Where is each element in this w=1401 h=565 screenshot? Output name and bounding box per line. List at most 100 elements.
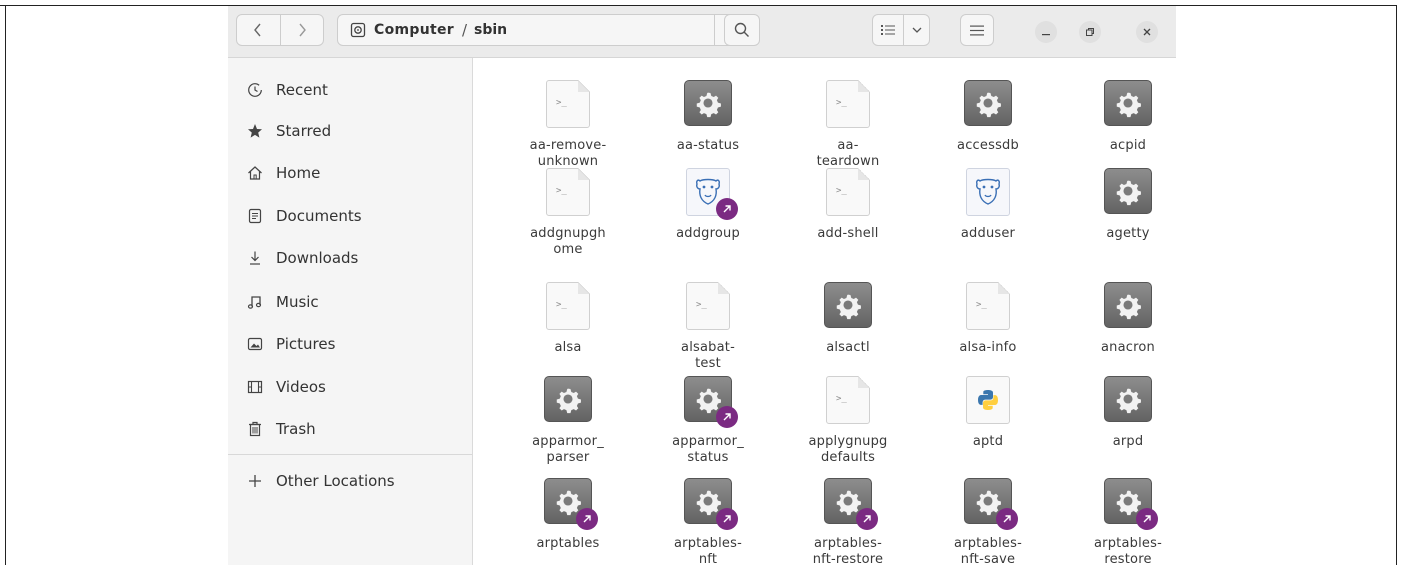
file-item-apparmor_parser[interactable]: apparmor_ parser	[498, 376, 638, 466]
sidebar-item-home[interactable]: Home	[228, 155, 472, 191]
file-icon	[544, 376, 592, 424]
file-item-adduser[interactable]: adduser	[918, 168, 1058, 242]
file-item-alsa-info[interactable]: >_ alsa-info	[918, 282, 1058, 356]
file-name: acpid	[1058, 138, 1176, 154]
sidebar-item-downloads[interactable]: Downloads	[228, 240, 472, 276]
executable-gear-icon	[824, 282, 872, 328]
view-options-button[interactable]	[903, 14, 930, 46]
script-file-icon: >_	[826, 376, 870, 424]
sidebar-item-documents[interactable]: Documents	[228, 198, 472, 234]
drive-icon	[350, 22, 366, 38]
clock-icon	[246, 81, 264, 99]
file-item-arptables-nft-save[interactable]: arptables-nft-save	[918, 478, 1058, 565]
sidebar-item-label: Pictures	[276, 335, 336, 353]
sidebar-item-other-locations[interactable]: Other Locations	[228, 463, 472, 499]
close-button[interactable]	[1136, 21, 1158, 43]
file-name: addgnupgh ome	[498, 226, 638, 258]
file-item-add-shell[interactable]: >_ add-shell	[778, 168, 918, 242]
file-name: arptables	[498, 536, 638, 552]
symlink-badge-icon	[716, 406, 738, 428]
file-icon	[824, 478, 878, 530]
file-item-apparmor_status[interactable]: apparmor_ status	[638, 376, 778, 466]
hamburger-icon	[970, 25, 984, 35]
sidebar-item-starred[interactable]: Starred	[228, 113, 472, 149]
file-item-arptables-restore[interactable]: arptables-restore	[1058, 478, 1176, 565]
sidebar-item-label: Music	[276, 293, 319, 311]
forward-button[interactable]	[279, 15, 324, 45]
file-item-aa-status[interactable]: aa-status	[638, 80, 778, 154]
search-button[interactable]	[724, 14, 760, 46]
file-item-addgnupghome[interactable]: >_ addgnupgh ome	[498, 168, 638, 258]
download-icon	[246, 249, 264, 267]
executable-gear-icon	[1104, 282, 1152, 328]
file-icon	[824, 282, 872, 330]
file-icon	[684, 80, 732, 128]
file-manager-window: Computer / sbin Recent Starred Home Docu…	[228, 6, 1176, 565]
file-name-line: test	[695, 356, 721, 371]
file-item-aptd[interactable]: aptd	[918, 376, 1058, 450]
file-name: adduser	[918, 226, 1058, 242]
file-name-line: applygnupg	[808, 434, 888, 449]
file-icon	[964, 168, 1012, 216]
file-grid: >_ aa-remove-unknown aa-status >_ aa-teardow…	[473, 58, 1176, 565]
file-name: alsa-info	[918, 340, 1058, 356]
file-item-aa-teardown[interactable]: >_ aa-teardown	[778, 80, 918, 170]
script-file-icon: >_	[966, 282, 1010, 330]
file-icon	[684, 168, 738, 220]
breadcrumb-root[interactable]: Computer	[374, 22, 454, 38]
sidebar-item-recent[interactable]: Recent	[228, 72, 472, 108]
file-item-accessdb[interactable]: accessdb	[918, 80, 1058, 154]
file-icon	[1104, 376, 1152, 424]
file-name-line: alsactl	[826, 340, 870, 355]
sidebar-item-music[interactable]: Music	[228, 284, 472, 320]
restore-button[interactable]	[1079, 21, 1101, 43]
file-name: arpd	[1058, 434, 1176, 450]
file-item-arptables-nft-restore[interactable]: arptables-nft-restore	[778, 478, 918, 565]
file-icon	[684, 376, 738, 428]
file-icon: >_	[824, 168, 872, 216]
file-name-line: acpid	[1109, 138, 1147, 153]
file-item-alsabat-test[interactable]: >_ alsabat-test	[638, 282, 778, 372]
file-item-applygnupgdefaults[interactable]: >_ applygnupg defaults	[778, 376, 918, 466]
file-name: addgroup	[638, 226, 778, 242]
back-button[interactable]	[237, 15, 280, 45]
file-item-alsactl[interactable]: alsactl	[778, 282, 918, 356]
file-item-alsa[interactable]: >_ alsa	[498, 282, 638, 356]
file-item-addgroup[interactable]: addgroup	[638, 168, 778, 242]
symlink-badge-icon	[716, 198, 738, 220]
file-item-acpid[interactable]: acpid	[1058, 80, 1176, 154]
file-name-line: nft-save	[960, 552, 1016, 565]
plus-icon	[246, 472, 264, 490]
sidebar-item-trash[interactable]: Trash	[228, 411, 472, 447]
file-name-line: restore	[1104, 552, 1152, 565]
file-name-line: arptables-	[674, 536, 742, 551]
breadcrumb-current[interactable]: sbin	[474, 22, 507, 38]
file-name-line: accessdb	[957, 138, 1019, 153]
location-bar[interactable]: Computer / sbin	[337, 14, 754, 46]
file-item-arptables[interactable]: arptables	[498, 478, 638, 552]
file-name-line: adduser	[960, 226, 1016, 241]
file-name: accessdb	[918, 138, 1058, 154]
file-name-line: alsa-info	[959, 340, 1017, 355]
file-icon: >_	[544, 282, 592, 330]
file-item-arpd[interactable]: arpd	[1058, 376, 1176, 450]
music-icon	[246, 293, 264, 311]
symlink-badge-icon	[716, 508, 738, 530]
file-icon	[1104, 80, 1152, 128]
executable-gear-icon	[1104, 80, 1152, 126]
file-name: add-shell	[778, 226, 918, 242]
sidebar-item-label: Other Locations	[276, 472, 395, 490]
file-item-aa-remove-unknown[interactable]: >_ aa-remove-unknown	[498, 80, 638, 170]
sidebar-item-videos[interactable]: Videos	[228, 369, 472, 405]
list-view-button[interactable]	[872, 14, 904, 46]
file-item-anacron[interactable]: anacron	[1058, 282, 1176, 356]
file-item-agetty[interactable]: agetty	[1058, 168, 1176, 242]
sidebar-item-label: Documents	[276, 207, 362, 225]
file-item-arptables-nft[interactable]: arptables-nft	[638, 478, 778, 565]
sidebar-item-pictures[interactable]: Pictures	[228, 326, 472, 362]
minimize-button[interactable]	[1035, 21, 1057, 43]
executable-gear-icon	[1104, 376, 1152, 422]
file-name: agetty	[1058, 226, 1176, 242]
main-menu-button[interactable]	[960, 14, 994, 46]
file-name-line: arpd	[1112, 434, 1144, 449]
